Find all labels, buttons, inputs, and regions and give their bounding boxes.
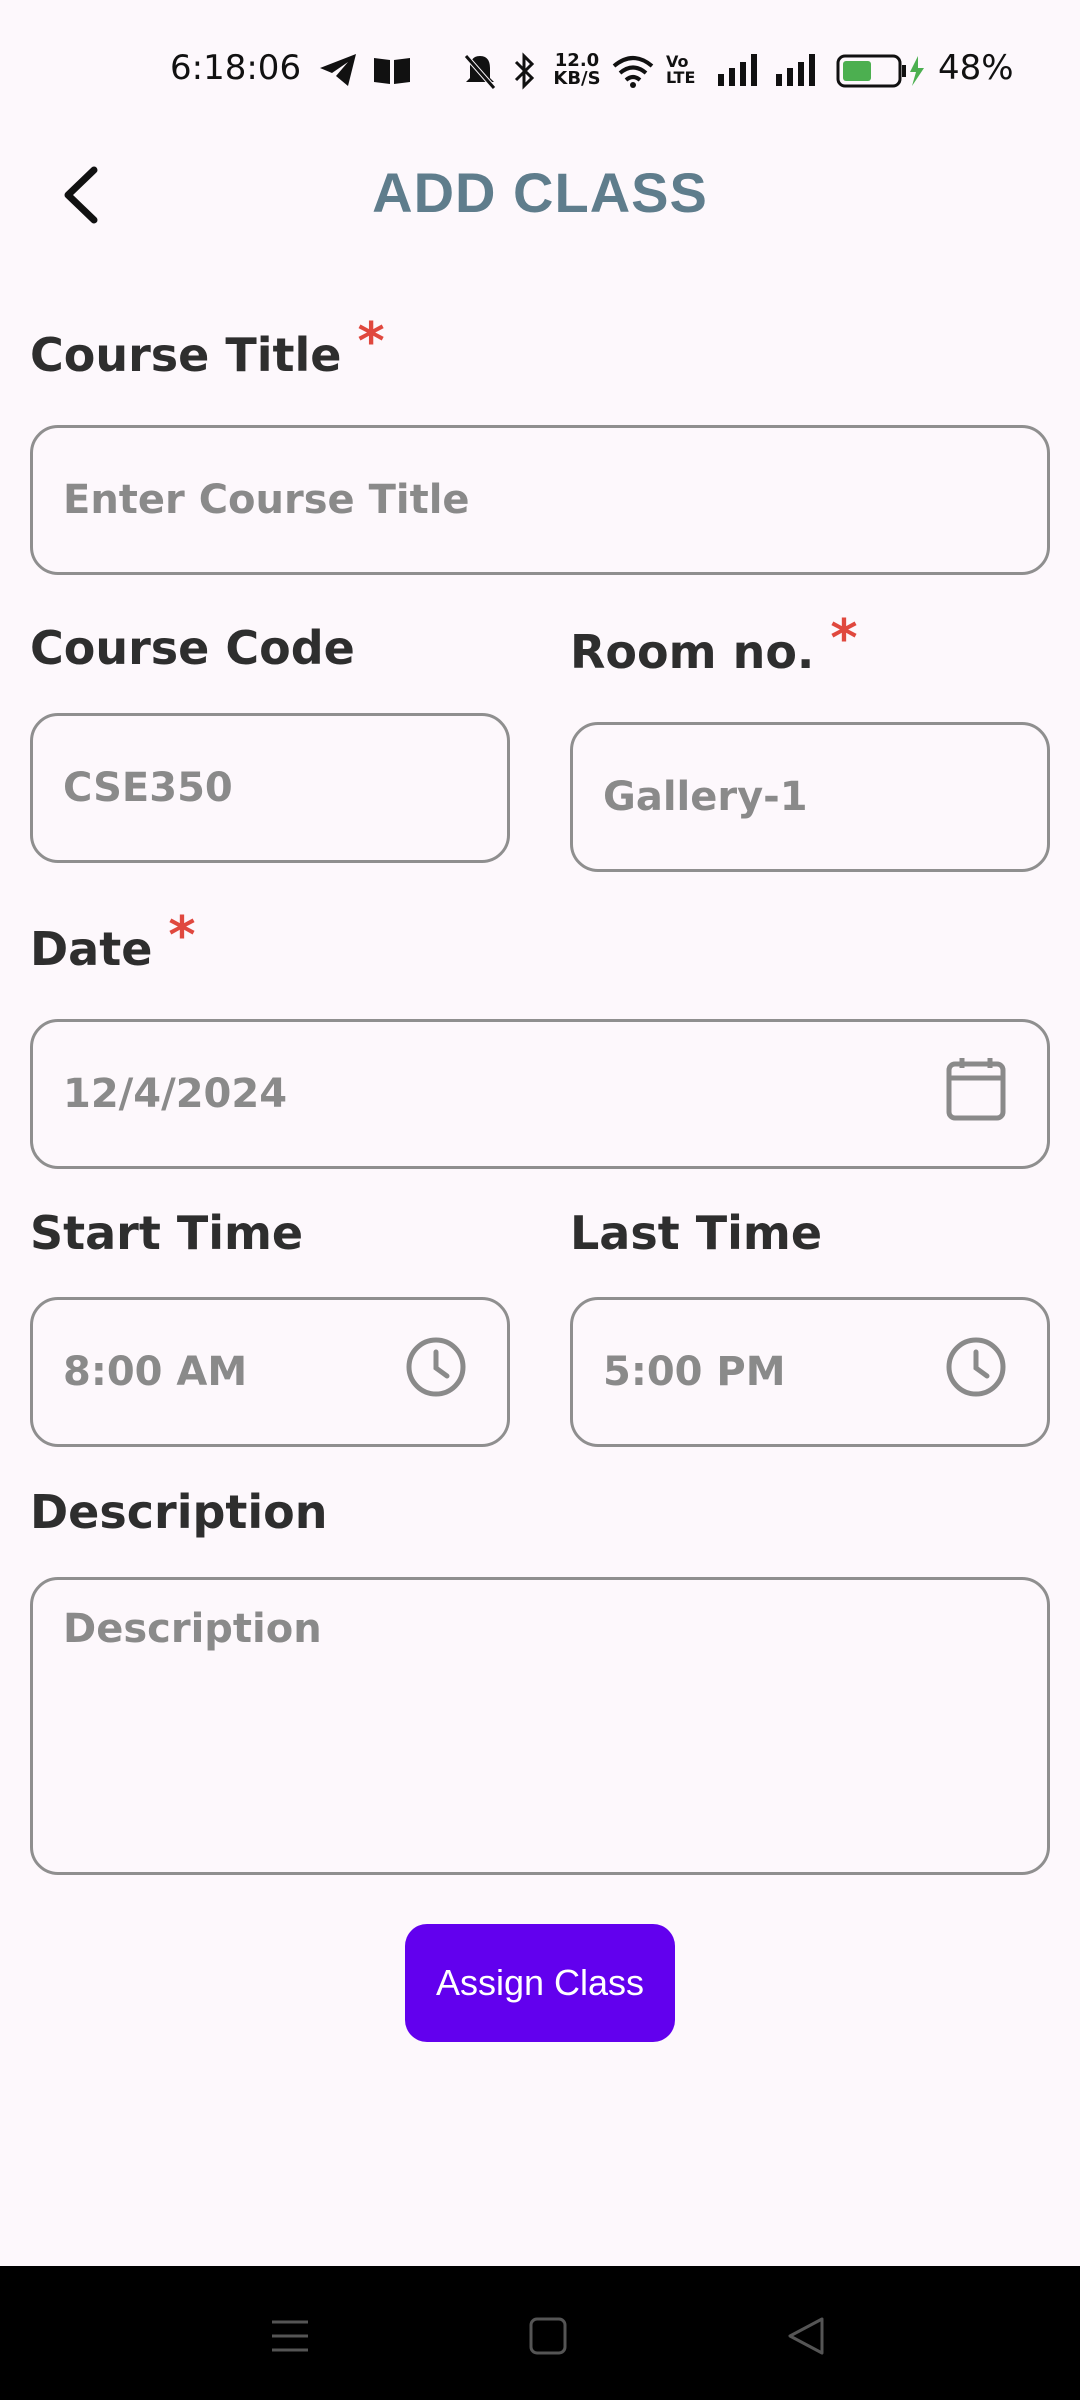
battery-percent: 48% [938, 48, 1014, 88]
volte-icon: Vo LTE [666, 52, 696, 87]
required-marker: * [357, 312, 385, 372]
description-textarea[interactable]: Description [30, 1577, 1050, 1875]
course-title-input[interactable]: Enter Course Title [30, 425, 1050, 575]
recents-button[interactable] [260, 2306, 320, 2366]
navigation-bar [0, 2266, 1080, 2400]
book-icon [372, 54, 412, 90]
room-no-input[interactable]: Gallery-1 [570, 722, 1050, 872]
course-code-input[interactable]: CSE350 [30, 713, 510, 863]
square-icon [529, 2317, 567, 2355]
room-no-label-text: Room no. [570, 625, 815, 679]
last-time-input[interactable]: 5:00 PM [570, 1297, 1050, 1447]
assign-class-button[interactable]: Assign Class [405, 1924, 675, 2042]
start-time-input[interactable]: 8:00 AM [30, 1297, 510, 1447]
date-input[interactable]: 12/4/2024 [30, 1019, 1050, 1169]
date-label: Date * [30, 906, 196, 978]
date-label-text: Date [30, 922, 153, 976]
battery-icon [836, 54, 926, 92]
course-title-label-text: Course Title [30, 328, 342, 382]
room-no-label: Room no. * [570, 609, 858, 681]
signal-icon [716, 52, 760, 92]
course-code-label: Course Code [30, 621, 355, 675]
start-time-value: 8:00 AM [63, 1349, 248, 1395]
wifi-icon [612, 54, 654, 92]
description-label: Description [30, 1485, 328, 1539]
clock-icon[interactable] [945, 1336, 1007, 1408]
last-time-label: Last Time [570, 1206, 823, 1260]
date-value: 12/4/2024 [63, 1071, 288, 1117]
course-code-placeholder: CSE350 [63, 765, 233, 811]
bluetooth-icon [512, 52, 538, 94]
course-title-placeholder: Enter Course Title [63, 477, 470, 523]
menu-icon [272, 2320, 308, 2352]
clock-icon[interactable] [405, 1336, 467, 1408]
back-nav-button[interactable] [776, 2306, 836, 2366]
network-speed-icon: 12.0 KB/S [553, 50, 601, 89]
mute-notifications-icon [462, 52, 498, 94]
status-time: 6:18:06 [170, 48, 302, 88]
signal-icon-2 [774, 52, 818, 92]
course-title-label: Course Title * [30, 312, 385, 384]
required-marker: * [168, 906, 196, 966]
start-time-label: Start Time [30, 1206, 304, 1260]
triangle-back-icon [788, 2317, 824, 2355]
last-time-value: 5:00 PM [603, 1349, 786, 1395]
home-button[interactable] [518, 2306, 578, 2366]
description-placeholder: Description [63, 1606, 322, 1652]
telegram-icon [318, 52, 358, 92]
page-title: ADD CLASS [372, 161, 708, 224]
required-marker: * [830, 609, 858, 669]
calendar-icon[interactable] [945, 1056, 1007, 1132]
room-no-placeholder: Gallery-1 [603, 774, 808, 820]
status-bar: 6:18:06 12.0 KB/S Vo LTE 48% [0, 0, 1080, 140]
